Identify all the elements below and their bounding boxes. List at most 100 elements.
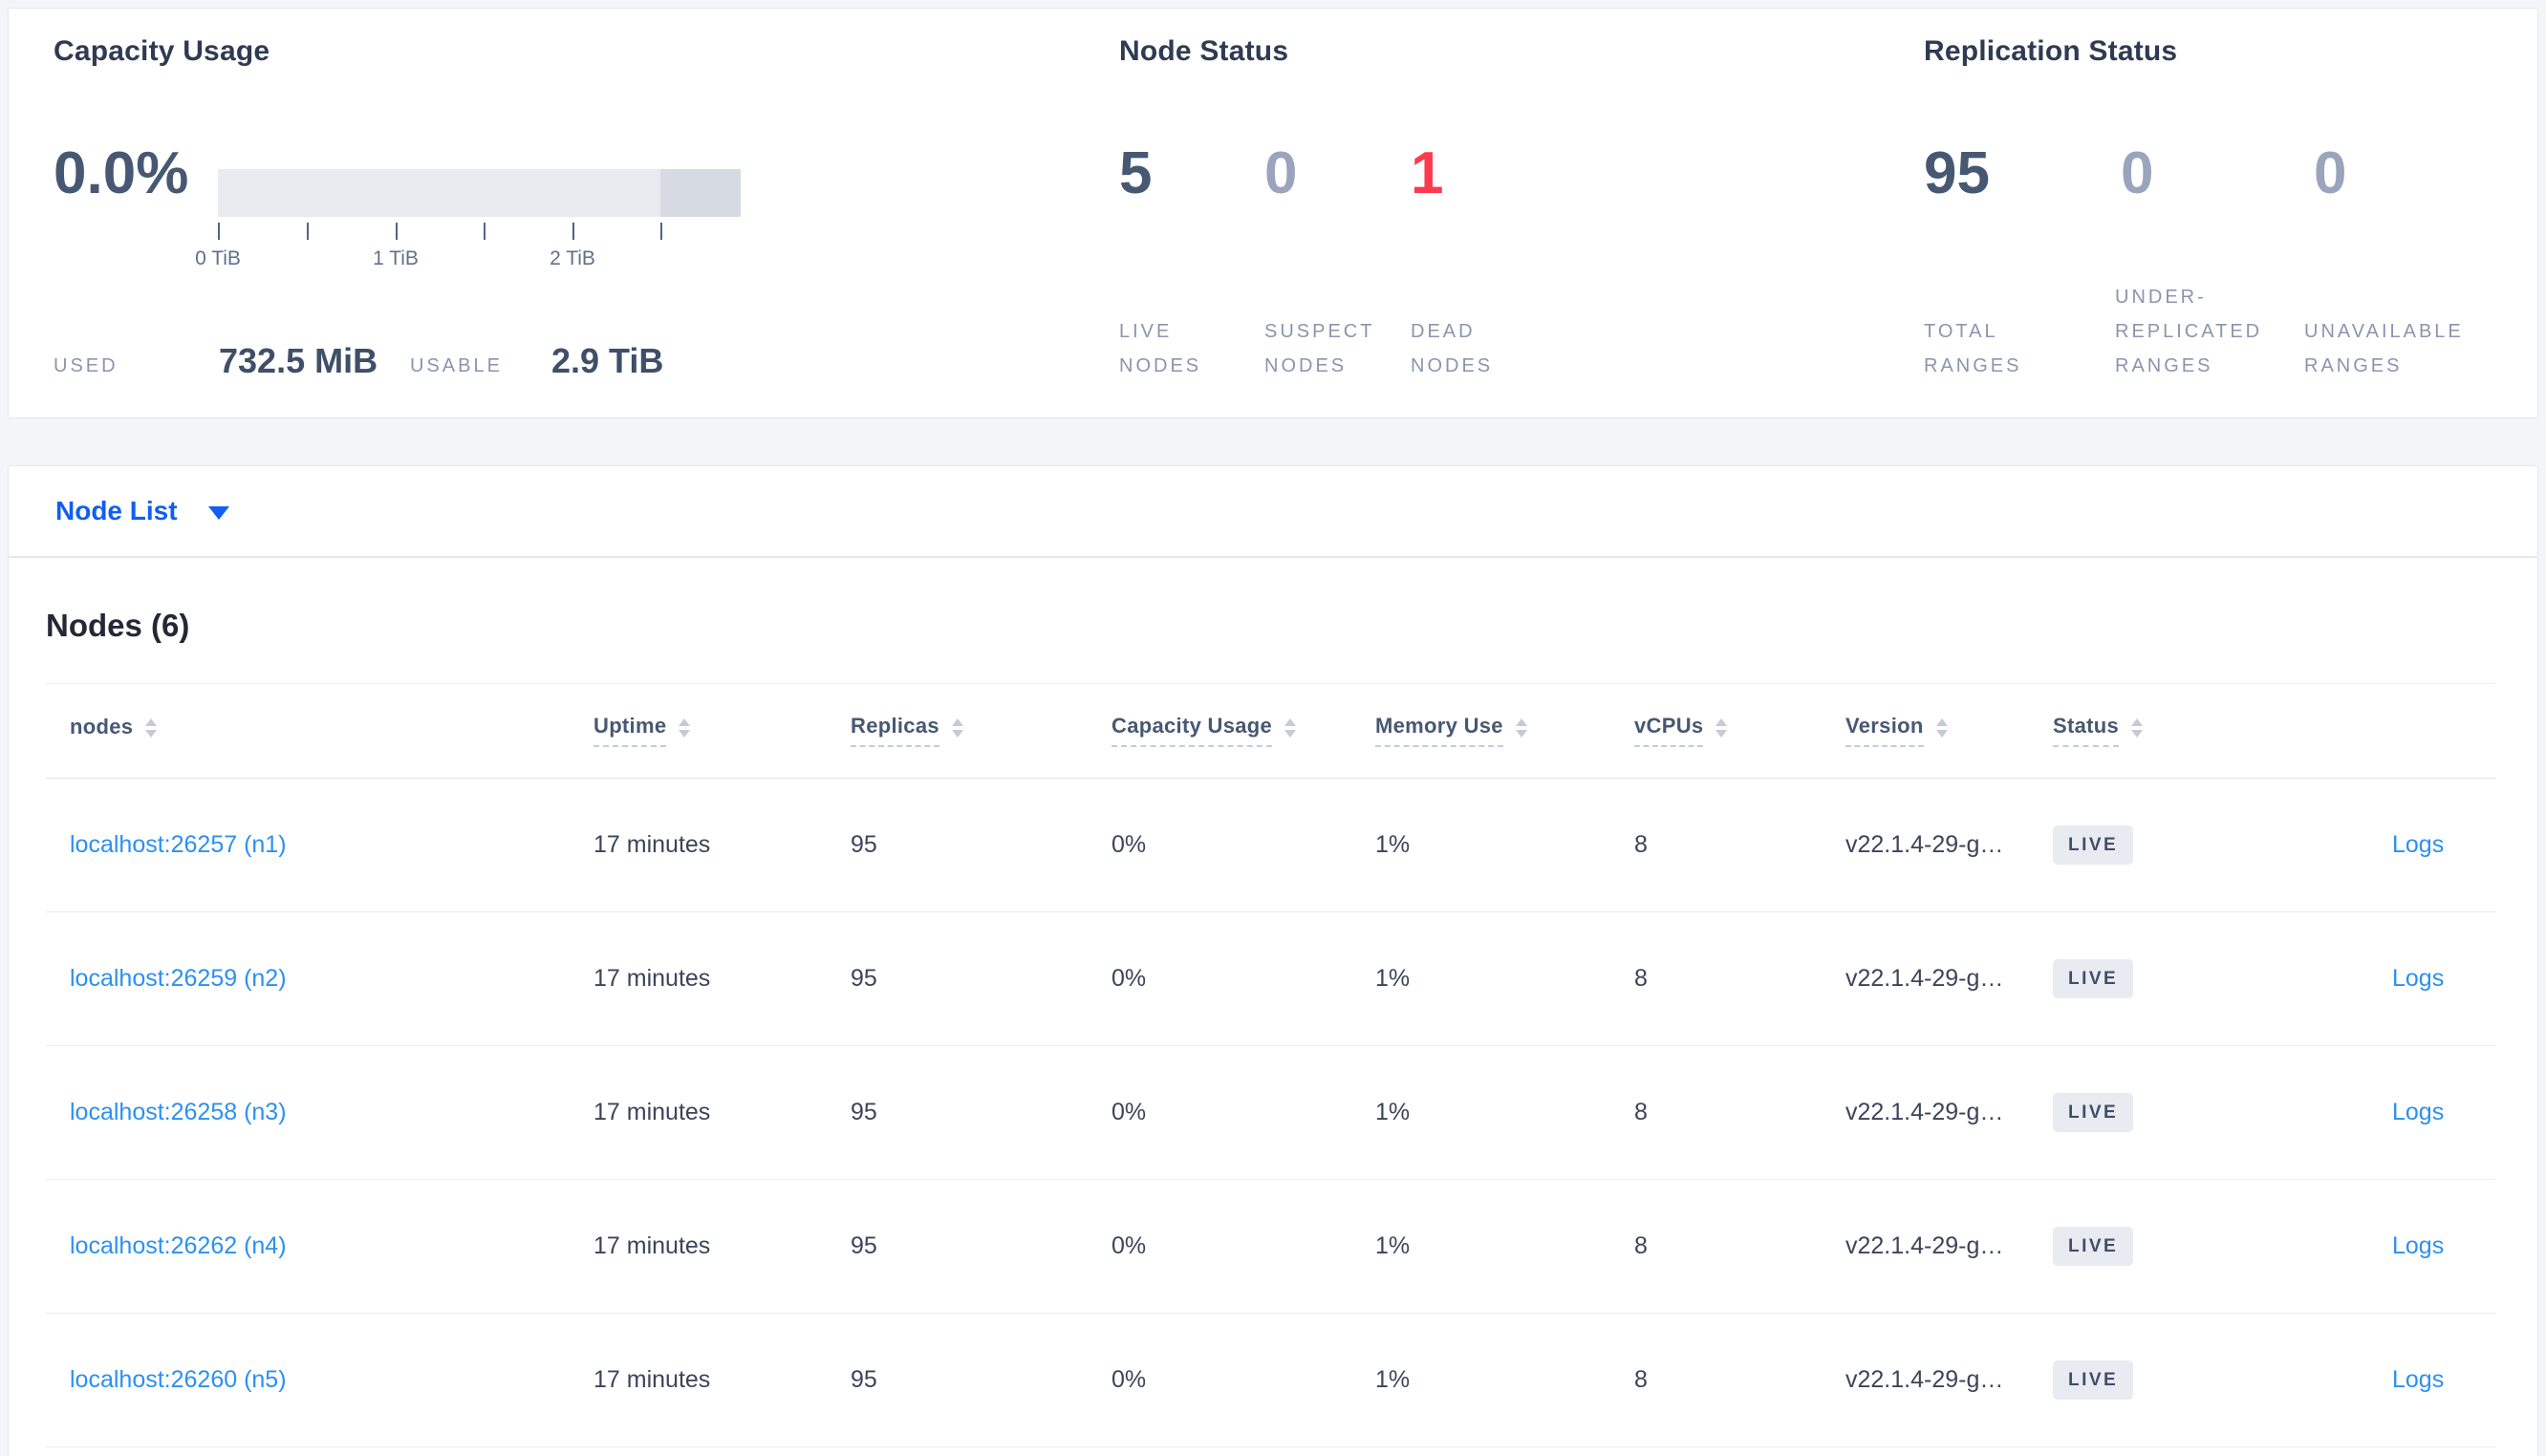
capacity-cell: 0% (1111, 1231, 1147, 1259)
unavailable-ranges-count: 0 (2314, 140, 2347, 206)
used-value: 732.5 MiB (219, 341, 378, 380)
memory-cell: 1% (1375, 830, 1411, 858)
status-badge: LIVE (2053, 958, 2134, 998)
capacity-cell: 0% (1111, 964, 1147, 992)
capacity-usage-section: Capacity Usage 0.0% 0 TiB 1 TiB 2 TiB US… (54, 9, 1057, 418)
table-row: localhost:26259 (n2) 17 minutes 95 0% 1%… (9, 911, 2537, 1045)
status-badge: LIVE (2053, 1092, 2134, 1132)
status-badge: LIVE (2053, 1360, 2134, 1400)
usable-value: 2.9 TiB (551, 341, 664, 380)
vcpus-cell: 8 (1634, 830, 1648, 858)
logs-link[interactable]: Logs (2392, 1366, 2444, 1394)
sort-icon[interactable] (145, 717, 158, 738)
column-header-memory-use[interactable]: Memory Use (1375, 683, 1527, 778)
column-header-nodes[interactable]: nodes (70, 683, 158, 778)
logs-link[interactable]: Logs (2392, 831, 2444, 859)
gauge-tick-label: 2 TiB (550, 247, 595, 269)
nodes-table-panel: Nodes (6) nodes Uptime Replicas Capacity… (8, 557, 2538, 1456)
logs-link[interactable]: Logs (2392, 1232, 2444, 1260)
version-cell: v22.1.4-29-g… (1845, 1231, 2004, 1259)
capacity-cell: 0% (1111, 1365, 1147, 1393)
uptime-cell: 17 minutes (593, 1098, 711, 1125)
cluster-summary-panel: Capacity Usage 0.0% 0 TiB 1 TiB 2 TiB US… (8, 8, 2538, 418)
total-ranges-count: 95 (1924, 140, 1990, 206)
capacity-usage-title: Capacity Usage (54, 35, 270, 67)
capacity-usage-gauge: 0 TiB 1 TiB 2 TiB (195, 169, 741, 274)
nodes-table-title: Nodes (6) (46, 608, 190, 643)
usable-label: USABLE (410, 355, 503, 376)
replication-status-section: Replication Status 95 0 0 TOTAL RANGES UN… (1924, 9, 2516, 418)
vcpus-cell: 8 (1634, 1365, 1648, 1393)
replicas-cell: 95 (851, 1365, 877, 1393)
capacity-cell: 0% (1111, 830, 1147, 858)
gauge-tick (307, 223, 309, 240)
used-label: USED (54, 355, 119, 376)
sort-icon[interactable] (1935, 717, 1948, 738)
replicas-cell: 95 (851, 964, 877, 992)
dead-nodes-count: 1 (1411, 140, 1444, 206)
column-header-capacity-usage[interactable]: Capacity Usage (1111, 683, 1297, 778)
uptime-cell: 17 minutes (593, 1231, 711, 1259)
uptime-cell: 17 minutes (593, 964, 711, 992)
capacity-gauge-bar-tail (660, 169, 741, 217)
gauge-tick (572, 223, 574, 240)
suspect-nodes-count: 0 (1264, 140, 1298, 206)
column-header-vcpus[interactable]: vCPUs (1634, 683, 1728, 778)
live-nodes-count: 5 (1119, 140, 1153, 206)
version-cell: v22.1.4-29-g… (1845, 1365, 2004, 1393)
memory-cell: 1% (1375, 1231, 1411, 1259)
chevron-down-icon (207, 506, 229, 520)
column-header-uptime[interactable]: Uptime (593, 683, 691, 778)
capacity-gauge-bar (218, 169, 741, 217)
unavailable-ranges-label: UNAVAILABLE RANGES (2304, 321, 2464, 376)
sort-icon[interactable] (1515, 717, 1527, 738)
table-header-row: nodes Uptime Replicas Capacity Usage Mem… (9, 683, 2537, 778)
memory-cell: 1% (1375, 1365, 1411, 1393)
gauge-tick (218, 223, 220, 240)
node-list-dropdown-label: Node List (55, 496, 178, 525)
status-badge: LIVE (2053, 1226, 2134, 1266)
version-cell: v22.1.4-29-g… (1845, 1098, 2004, 1125)
sort-icon[interactable] (1715, 717, 1728, 738)
logs-link[interactable]: Logs (2392, 1099, 2444, 1126)
node-status-title: Node Status (1119, 35, 1289, 67)
gauge-tick-label: 0 TiB (195, 247, 241, 269)
suspect-nodes-label: SUSPECT NODES (1264, 321, 1375, 376)
sort-icon[interactable] (679, 717, 691, 738)
uptime-cell: 17 minutes (593, 1365, 711, 1393)
table-row: localhost:26257 (n1) 17 minutes 95 0% 1%… (9, 778, 2537, 911)
total-ranges-label: TOTAL RANGES (1924, 321, 2022, 376)
memory-cell: 1% (1375, 964, 1411, 992)
gauge-tick (660, 223, 662, 240)
node-link[interactable]: localhost:26259 (n2) (70, 965, 287, 993)
column-header-status[interactable]: Status (2053, 683, 2144, 778)
dead-nodes-label: DEAD NODES (1411, 321, 1494, 376)
node-link[interactable]: localhost:26258 (n3) (70, 1099, 287, 1126)
cluster-overview-page: { "colors": { "accent_link": "#2b90f2", … (0, 0, 2546, 1456)
live-nodes-label: LIVE NODES (1119, 321, 1202, 376)
node-link[interactable]: localhost:26257 (n1) (70, 831, 287, 859)
gauge-tick (484, 223, 485, 240)
vcpus-cell: 8 (1634, 1098, 1648, 1125)
capacity-stats: USED 732.5 MiB USABLE 2.9 TiB (54, 339, 780, 381)
node-list-dropdown[interactable]: Node List (9, 466, 2537, 556)
replication-status-title: Replication Status (1924, 35, 2178, 67)
node-link[interactable]: localhost:26262 (n4) (70, 1232, 287, 1260)
table-row: localhost:26262 (n4) 17 minutes 95 0% 1%… (9, 1179, 2537, 1313)
capacity-used-percent: 0.0% (54, 140, 189, 206)
table-row: localhost:26258 (n3) 17 minutes 95 0% 1%… (9, 1045, 2537, 1179)
column-header-replicas[interactable]: Replicas (851, 683, 963, 778)
sort-icon[interactable] (951, 717, 963, 738)
replicas-cell: 95 (851, 1231, 877, 1259)
sort-icon[interactable] (1284, 717, 1297, 738)
sort-icon[interactable] (2131, 717, 2144, 738)
version-cell: v22.1.4-29-g… (1845, 964, 2004, 992)
logs-link[interactable]: Logs (2392, 965, 2444, 993)
version-cell: v22.1.4-29-g… (1845, 830, 2004, 858)
column-header-version[interactable]: Version (1845, 683, 1948, 778)
gauge-tick (396, 223, 398, 240)
node-status-section: Node Status 5 0 1 LIVE NODES SUSPECT NODES… (1119, 9, 1865, 418)
capacity-cell: 0% (1111, 1098, 1147, 1125)
table-row: localhost:26260 (n5) 17 minutes 95 0% 1%… (9, 1313, 2537, 1446)
node-link[interactable]: localhost:26260 (n5) (70, 1366, 287, 1394)
